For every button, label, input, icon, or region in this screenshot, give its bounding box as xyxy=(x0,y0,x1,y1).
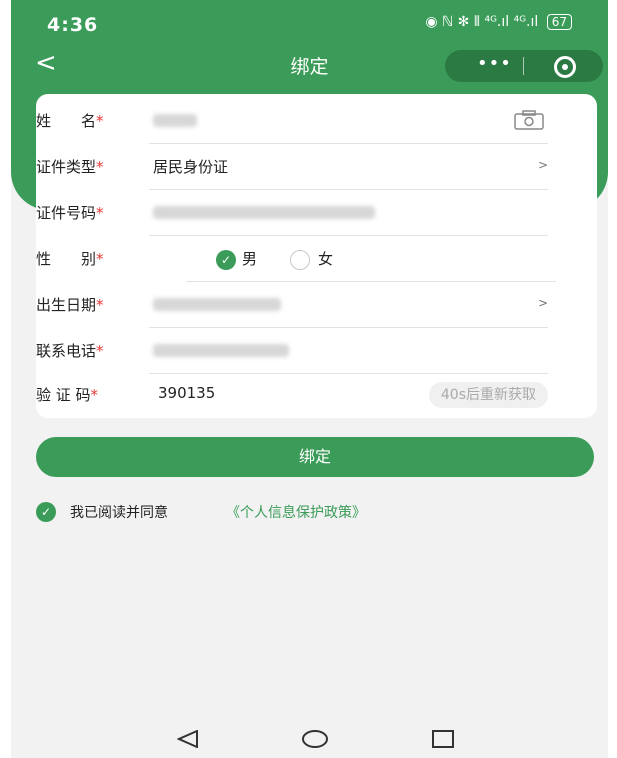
gender-row: 性 别* ✓ 男 女 xyxy=(36,236,556,282)
privacy-policy-link[interactable]: 《个人信息保护政策》 xyxy=(226,502,366,522)
agree-text: 我已阅读并同意 xyxy=(70,505,168,521)
phone-input[interactable] xyxy=(153,344,289,357)
more-icon[interactable]: ••• xyxy=(477,53,512,74)
id-type-label: 证件类型* xyxy=(36,158,104,176)
nav-recent-icon[interactable] xyxy=(431,730,455,748)
id-number-row: 证件号码* xyxy=(36,190,548,236)
resend-code-button[interactable]: 40s后重新获取 xyxy=(428,382,548,408)
id-number-label: 证件号码* xyxy=(36,204,104,222)
verify-code-label: 验 证 码* xyxy=(36,386,99,404)
radio-female-icon[interactable] xyxy=(290,250,310,270)
camera-icon[interactable] xyxy=(514,110,544,130)
id-type-row[interactable]: 证件类型* 居民身份证 > xyxy=(36,144,548,190)
id-number-input[interactable] xyxy=(153,206,375,219)
battery-icon: 67 xyxy=(546,14,572,30)
bind-button[interactable]: 绑定 xyxy=(36,437,594,477)
birth-date-row[interactable]: 出生日期* > xyxy=(36,282,548,328)
chevron-right-icon: > xyxy=(537,296,548,310)
verify-code-row: 验 证 码* 390135 40s后重新获取 xyxy=(36,372,548,418)
status-bar: 4:36 ◉ ℕ ✻ ⦀ ⁴ᴳ.ıl ⁴ᴳ.ıl 67 xyxy=(11,0,608,44)
gender-label: 性 别* xyxy=(36,250,104,268)
name-row: 姓 名* xyxy=(36,98,548,144)
agree-checkbox-icon[interactable]: ✓ xyxy=(36,502,56,522)
capsule-divider xyxy=(523,57,524,75)
close-target-icon[interactable] xyxy=(554,56,576,78)
phone-row: 联系电话* xyxy=(36,328,548,374)
phone-screen: 4:36 ◉ ℕ ✻ ⦀ ⁴ᴳ.ıl ⁴ᴳ.ıl 67 < 绑定 ••• 姓 名… xyxy=(11,0,608,758)
status-icons: ◉ ℕ ✻ ⦀ ⁴ᴳ.ıl ⁴ᴳ.ıl 67 xyxy=(425,14,572,30)
birth-date-value xyxy=(153,298,281,311)
signal-icons: ◉ ℕ ✻ ⦀ ⁴ᴳ.ıl ⁴ᴳ.ıl xyxy=(425,14,539,30)
mini-program-capsule: ••• xyxy=(445,50,603,82)
gender-male-label[interactable]: 男 xyxy=(242,248,257,269)
id-type-value: 居民身份证 xyxy=(153,158,229,176)
status-time: 4:36 xyxy=(47,14,99,36)
name-label: 姓 名* xyxy=(36,112,104,130)
nav-home-icon[interactable] xyxy=(301,730,329,748)
name-input[interactable] xyxy=(153,114,197,127)
verify-code-input[interactable]: 390135 xyxy=(158,384,215,402)
radio-male-checked-icon[interactable]: ✓ xyxy=(216,250,236,270)
nav-bar: < 绑定 ••• xyxy=(11,44,608,88)
phone-label: 联系电话* xyxy=(36,342,104,360)
system-nav-bar xyxy=(11,716,608,758)
nav-back-icon[interactable] xyxy=(177,730,199,748)
gender-female-label[interactable]: 女 xyxy=(318,248,333,269)
chevron-right-icon: > xyxy=(537,158,548,172)
birth-date-label: 出生日期* xyxy=(36,296,104,314)
